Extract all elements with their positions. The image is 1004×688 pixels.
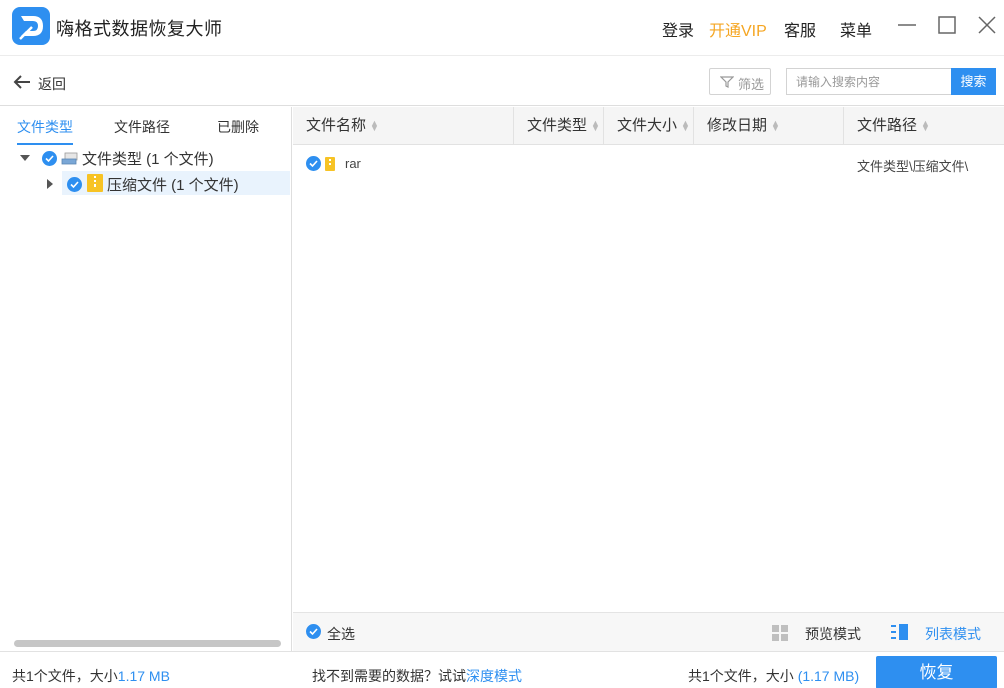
list-footer: 全选 预览模式 列表模式 bbox=[293, 612, 1004, 651]
app-logo-icon bbox=[12, 7, 50, 45]
minimize-icon[interactable] bbox=[896, 14, 918, 36]
checkbox-checked-icon[interactable] bbox=[42, 151, 57, 166]
column-header-path[interactable]: 文件路径 ▲ ▼ bbox=[844, 107, 1004, 145]
horizontal-scrollbar[interactable] bbox=[14, 640, 281, 647]
column-header-label: 文件类型 bbox=[527, 117, 588, 134]
status-size: (1.17 MB) bbox=[797, 668, 860, 684]
column-header-label: 文件路径 bbox=[857, 117, 918, 134]
drive-icon bbox=[61, 152, 78, 165]
status-prefix: 共1个文件，大小 bbox=[688, 668, 794, 684]
checkbox-checked-icon[interactable] bbox=[67, 177, 82, 192]
tab-file-path[interactable]: 文件路径 bbox=[114, 117, 170, 137]
tree-label: 文件类型 (1 个文件) bbox=[82, 151, 214, 168]
checkbox-checked-icon[interactable] bbox=[306, 156, 321, 171]
maximize-icon[interactable] bbox=[936, 14, 958, 36]
search-input[interactable] bbox=[786, 68, 952, 95]
column-header-size[interactable]: 文件大小 ▲ ▼ bbox=[604, 107, 694, 145]
app-title: 嗨格式数据恢复大师 bbox=[56, 19, 223, 39]
recover-button[interactable]: 恢复 bbox=[876, 656, 997, 688]
file-list-panel: 文件名称 ▲ ▼ 文件类型 ▲ ▼ 文件大小 ▲ ▼ 修改日期 ▲ ▼ 文件路径 ▲ ▼ rar 文… bbox=[293, 107, 1004, 651]
sort-icon: ▲ ▼ bbox=[921, 118, 930, 134]
tree-item-file-type[interactable]: 文件类型 (1 个文件) bbox=[14, 145, 290, 169]
sort-icon: ▲ ▼ bbox=[591, 118, 600, 134]
left-panel: 文件类型 文件路径 已删除 文件类型 (1 个文件) 压缩文件 (1 个文件) bbox=[0, 107, 292, 651]
column-header-label: 文件名称 bbox=[306, 117, 367, 134]
status-bar: 共1个文件，大小1.17 MB 找不到需要的数据？试试深度模式 共1个文件，大小… bbox=[0, 651, 1004, 688]
sort-icon: ▲ ▼ bbox=[370, 118, 379, 134]
deep-mode-link[interactable]: 深度模式 bbox=[466, 668, 522, 684]
vip-link[interactable]: 开通VIP bbox=[709, 17, 767, 41]
filter-icon bbox=[720, 76, 734, 88]
column-header-name[interactable]: 文件名称 ▲ ▼ bbox=[293, 107, 514, 145]
status-total-left: 共1个文件，大小1.17 MB bbox=[12, 666, 170, 686]
status-total-right: 共1个文件，大小 (1.17 MB) bbox=[688, 666, 859, 686]
status-size: 1.17 MB bbox=[117, 668, 170, 684]
caret-right-icon[interactable] bbox=[44, 178, 56, 190]
zip-file-icon bbox=[325, 157, 335, 171]
file-path-cell: 文件类型\压缩文件\ bbox=[857, 159, 969, 174]
column-header-type[interactable]: 文件类型 ▲ ▼ bbox=[514, 107, 604, 145]
preview-mode-button[interactable]: 预览模式 bbox=[805, 624, 861, 644]
menu-link[interactable]: 菜单 bbox=[840, 17, 872, 41]
toolbar: 返回 筛选 搜索 bbox=[0, 57, 1004, 106]
tree-label: 压缩文件 (1 个文件) bbox=[107, 177, 239, 194]
list-mode-button[interactable]: 列表模式 bbox=[925, 624, 981, 644]
column-header-label: 修改日期 bbox=[707, 117, 768, 134]
select-all-label[interactable]: 全选 bbox=[327, 624, 355, 644]
sort-icon: ▲ ▼ bbox=[681, 118, 690, 134]
customer-service-link[interactable]: 客服 bbox=[784, 17, 816, 41]
table-header: 文件名称 ▲ ▼ 文件类型 ▲ ▼ 文件大小 ▲ ▼ 修改日期 ▲ ▼ 文件路径 ▲ ▼ bbox=[293, 107, 1004, 145]
tab-file-type[interactable]: 文件类型 bbox=[17, 117, 73, 137]
file-name-cell: rar bbox=[345, 156, 361, 171]
hint-text: 找不到需要的数据？试试 bbox=[312, 668, 466, 684]
column-header-date[interactable]: 修改日期 ▲ ▼ bbox=[694, 107, 844, 145]
close-icon[interactable] bbox=[976, 14, 998, 36]
table-row[interactable]: rar 文件类型\压缩文件\ bbox=[293, 151, 1004, 177]
search-button[interactable]: 搜索 bbox=[951, 68, 996, 95]
list-view-icon[interactable] bbox=[891, 624, 909, 640]
arrow-left-icon bbox=[13, 75, 30, 89]
caret-down-icon[interactable] bbox=[19, 152, 31, 164]
back-label: 返回 bbox=[38, 76, 66, 92]
filter-label: 筛选 bbox=[738, 77, 765, 92]
tab-deleted[interactable]: 已删除 bbox=[217, 117, 259, 137]
title-bar: 嗨格式数据恢复大师 登录 开通VIP 客服 菜单 bbox=[0, 0, 1004, 56]
zip-file-icon bbox=[87, 174, 103, 192]
sort-icon: ▲ ▼ bbox=[771, 118, 780, 134]
deep-mode-hint: 找不到需要的数据？试试深度模式 bbox=[312, 666, 522, 686]
select-all-checkbox-icon[interactable] bbox=[306, 624, 321, 639]
grid-view-icon[interactable] bbox=[772, 625, 788, 641]
login-link[interactable]: 登录 bbox=[662, 17, 694, 41]
filter-button[interactable]: 筛选 bbox=[709, 68, 771, 95]
column-header-label: 文件大小 bbox=[617, 117, 678, 134]
status-prefix: 共1个文件，大小 bbox=[12, 668, 118, 684]
